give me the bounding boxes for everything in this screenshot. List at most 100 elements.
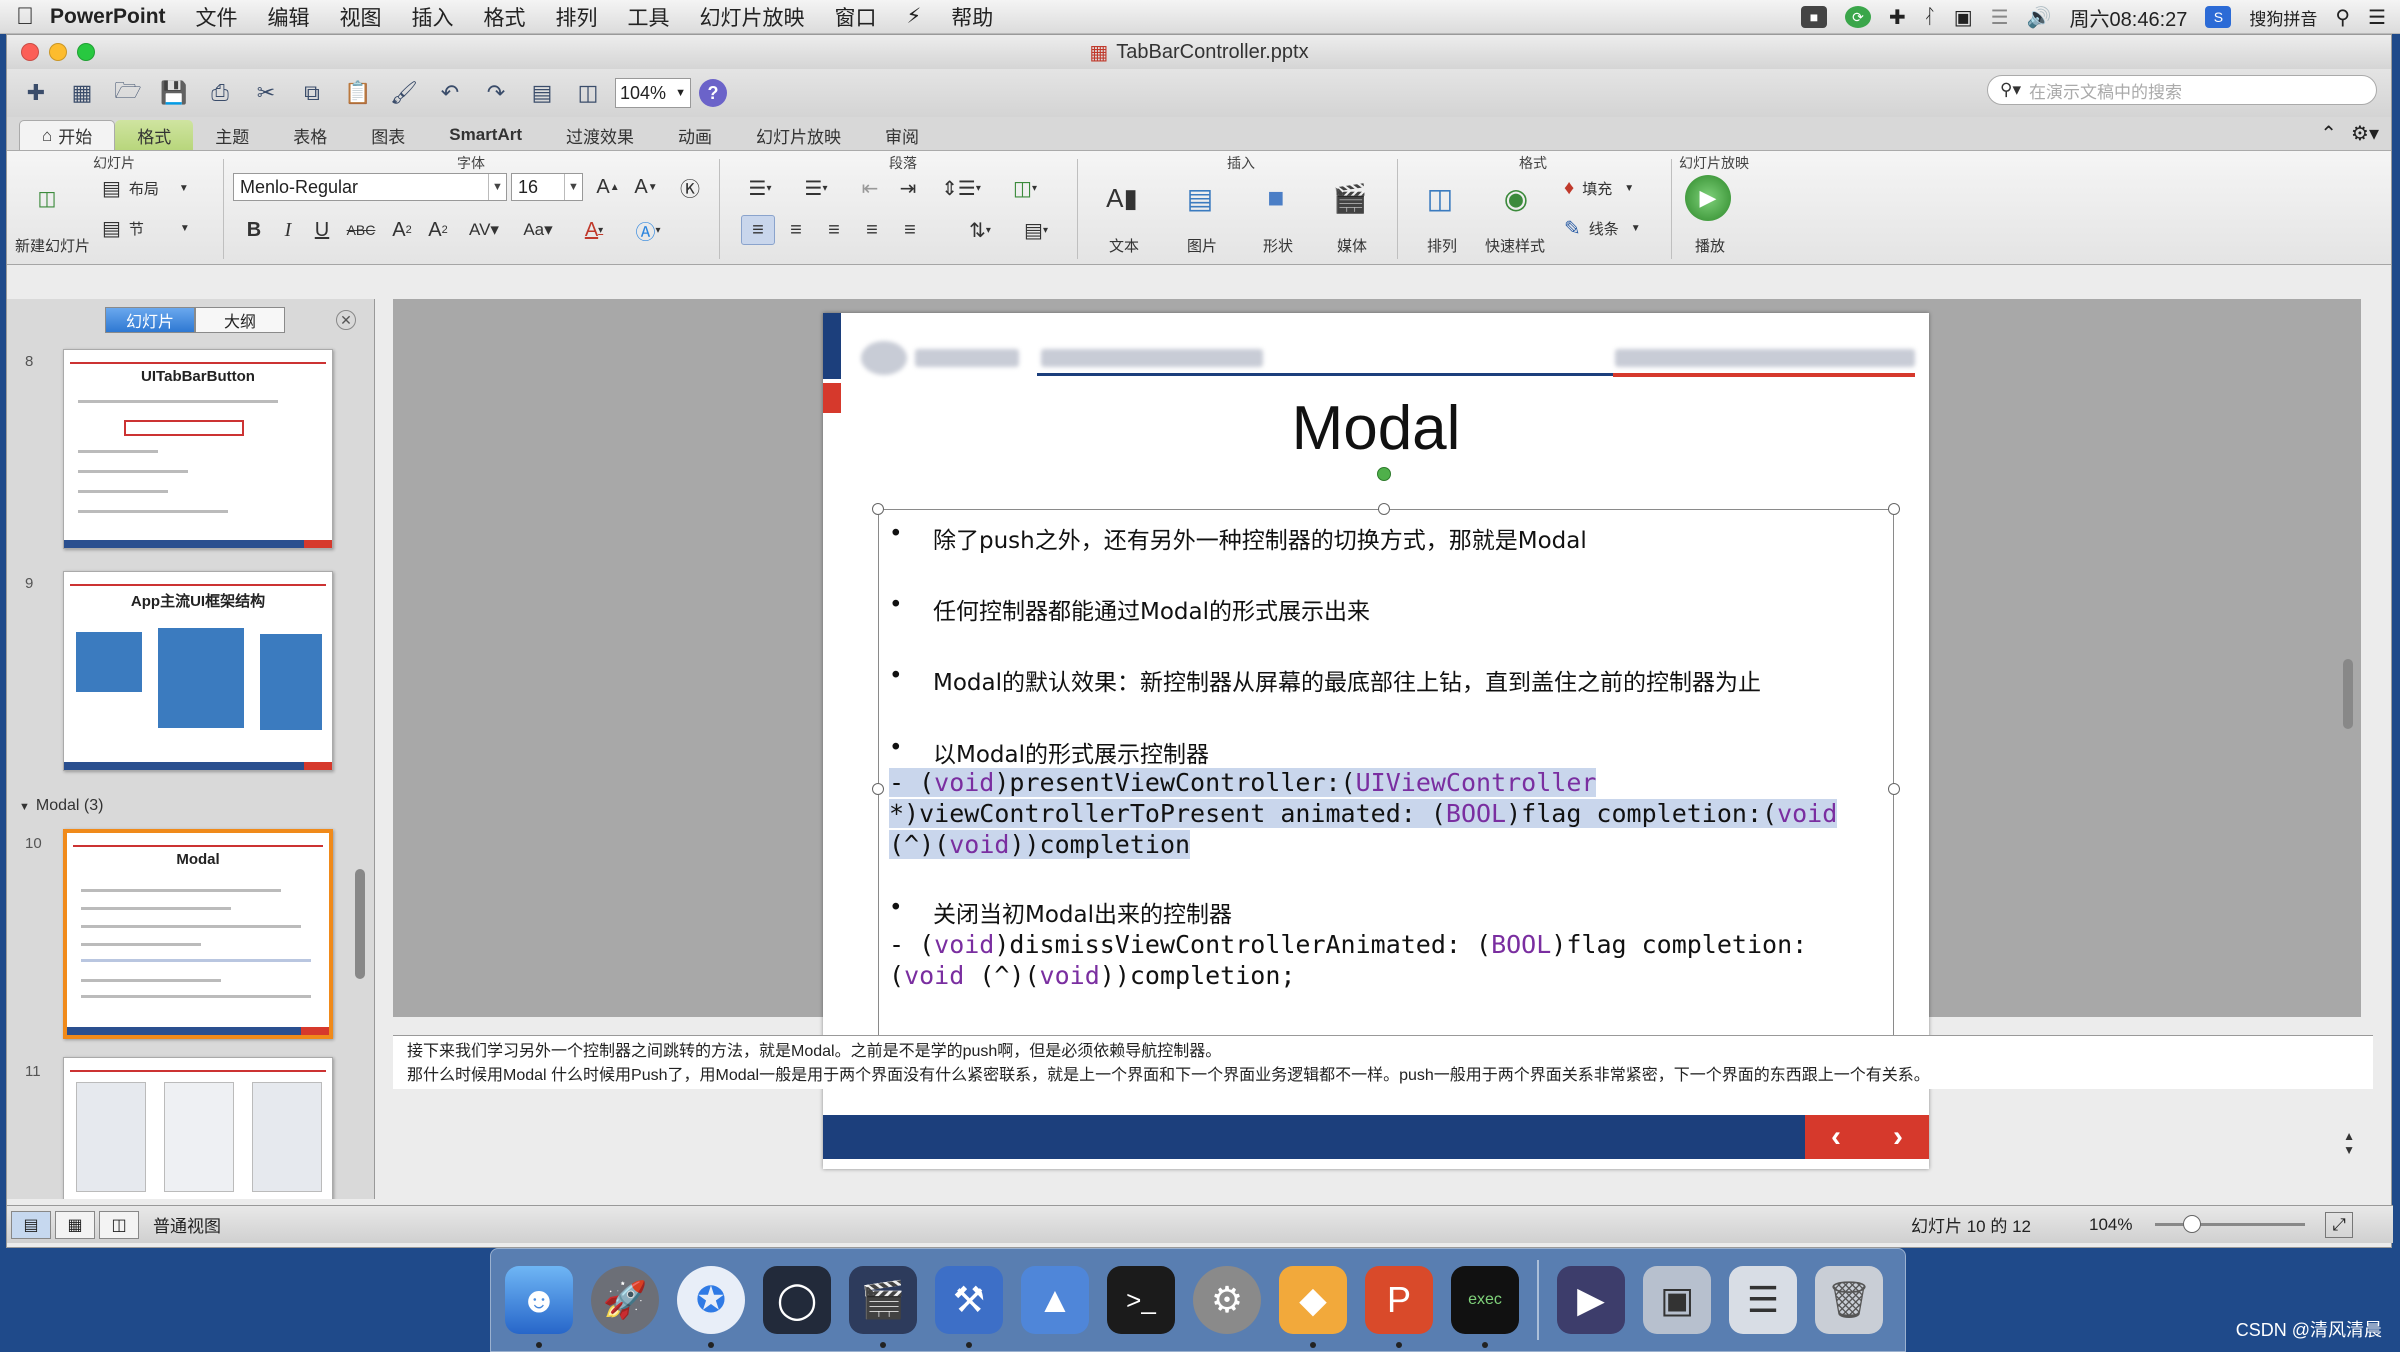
notification-list-icon[interactable]: ☰ (2368, 5, 2386, 30)
tab-slideshow[interactable]: 幻灯片放映 (734, 120, 863, 150)
safari-icon[interactable]: ✪ (677, 1266, 745, 1348)
canvas-scrollbar[interactable] (2341, 319, 2355, 959)
zoom-window-button[interactable] (77, 43, 95, 61)
quick-styles-label[interactable]: 快速样式 (1485, 235, 1545, 256)
section-button[interactable]: ▤ 节 ▼ (101, 213, 211, 243)
resize-handle[interactable] (872, 783, 884, 795)
apple-icon[interactable]:  (0, 3, 50, 31)
presenter-icon[interactable]: ◫ (569, 75, 607, 111)
tab-transitions[interactable]: 过渡效果 (544, 120, 656, 150)
search-field[interactable]: ⚲▾ 在演示文稿中的搜索 (1987, 75, 2377, 105)
align-text-icon[interactable]: ▤ ▾ (1011, 215, 1061, 245)
trash-icon[interactable]: 🗑 (1815, 1266, 1883, 1334)
arrange-icon[interactable]: ◫ (1407, 173, 1473, 223)
menu-file[interactable]: 文件 (196, 2, 238, 32)
clear-format-icon[interactable]: Ⓚ (671, 173, 709, 201)
picture-label[interactable]: 图片 (1187, 235, 1217, 256)
slide-thumbnail[interactable]: UITabBarButton (63, 349, 333, 549)
xcode-icon[interactable]: ⚒ (935, 1266, 1003, 1348)
input-method-label[interactable]: 搜狗拼音 (2249, 5, 2317, 30)
align-center-icon[interactable]: ≡ (779, 215, 813, 245)
gear-icon[interactable]: ⚙▾ (2351, 121, 2379, 146)
finder-icon[interactable]: ☻ (505, 1266, 573, 1348)
line-spacing-icon[interactable]: ⇕☰ ▾ (933, 173, 989, 203)
slide-title[interactable]: Modal (823, 393, 1929, 464)
play-label[interactable]: 播放 (1695, 235, 1725, 256)
mouse-icon[interactable]: ◯ (763, 1266, 831, 1334)
quick-styles-icon[interactable]: ◉ (1483, 173, 1549, 223)
shape-label[interactable]: 形状 (1263, 235, 1293, 256)
scroll-thumb[interactable] (2343, 659, 2353, 729)
media-icon[interactable]: 🎬 (1317, 173, 1383, 223)
close-icon[interactable]: ✕ (336, 310, 356, 330)
minimize-window-button[interactable] (49, 43, 67, 61)
underline-icon[interactable]: U (307, 215, 337, 245)
bluetooth-icon[interactable]: ᛮ (1924, 6, 1936, 29)
quicktime-icon[interactable]: ▶ (1557, 1266, 1625, 1334)
menu-window[interactable]: 窗口 (835, 2, 877, 32)
resize-handle[interactable] (1888, 783, 1900, 795)
volume-icon[interactable]: 🔊 (2027, 5, 2052, 30)
subscript-icon[interactable]: A2 (421, 215, 455, 245)
tab-smartart[interactable]: SmartArt (427, 120, 544, 150)
decrease-indent-icon[interactable]: ⇤ (853, 173, 887, 203)
tab-charts[interactable]: 图表 (349, 120, 427, 150)
paste-icon[interactable]: 📋 (339, 75, 377, 111)
section-header[interactable]: ▼ Modal (3) (19, 797, 103, 815)
code-dismiss[interactable]: - (void)dismissViewControllerAnimated: (… (889, 929, 1807, 991)
save-icon[interactable]: 💾 (155, 75, 193, 111)
shape-icon[interactable]: ■ (1243, 173, 1309, 223)
italic-icon[interactable]: I (273, 215, 303, 245)
font-name-select[interactable]: Menlo-Regular ▼ (233, 173, 507, 201)
numbering-icon[interactable]: ☰ ▾ (791, 173, 841, 203)
media-label[interactable]: 媒体 (1337, 235, 1367, 256)
print-icon[interactable]: ⎙ (201, 75, 239, 111)
menu-arrange[interactable]: 排列 (556, 2, 598, 32)
menu-edit[interactable]: 编辑 (268, 2, 310, 32)
grow-font-icon[interactable]: A ▲ (591, 173, 625, 201)
open-icon[interactable]: 🗁 (109, 75, 147, 111)
lock-icon[interactable]: ▣ (1954, 5, 1973, 30)
zoom-slider[interactable] (2155, 1223, 2305, 1226)
video-tool-icon[interactable]: 🎬 (849, 1266, 917, 1348)
fit-to-window-icon[interactable]: ⤢ (2325, 1212, 2353, 1238)
line-button[interactable]: ✎ 线条 ▼ (1563, 213, 1663, 243)
slide-thumbnail[interactable] (63, 1057, 333, 1199)
play-icon[interactable]: ▶ (1685, 175, 1731, 221)
terminal-icon[interactable]: >_ (1107, 1266, 1175, 1334)
textbox-icon[interactable]: A▮ (1089, 173, 1155, 223)
tab-review[interactable]: 审阅 (863, 120, 941, 150)
menu-help[interactable]: 帮助 (951, 2, 993, 32)
menu-insert[interactable]: 插入 (412, 2, 454, 32)
tab-home[interactable]: ⌂ 开始 (19, 120, 116, 150)
clock[interactable]: 周六08:46:27 (2070, 3, 2188, 32)
launchpad-icon[interactable]: 🚀 (591, 1266, 659, 1334)
rotate-handle[interactable] (1377, 467, 1391, 481)
redo-icon[interactable]: ↷ (477, 75, 515, 111)
change-case-icon[interactable]: Aa▾ (513, 215, 563, 245)
sync-icon[interactable]: ⟳ (1845, 6, 1872, 28)
strikethrough-icon[interactable]: ABC (341, 215, 381, 245)
downloads-stack-icon[interactable]: ☰ (1729, 1266, 1797, 1334)
template-icon[interactable]: ▦ (63, 75, 101, 111)
system-preferences-icon[interactable]: ⚙ (1193, 1266, 1261, 1334)
copy-icon[interactable]: ⧉ (293, 75, 331, 111)
tab-outline-view[interactable]: 大纲 (195, 307, 285, 333)
zoom-slider-knob[interactable] (2183, 1215, 2201, 1233)
font-color-icon[interactable]: A ▾ (569, 215, 619, 245)
cut-icon[interactable]: ✂ (247, 75, 285, 111)
bullets-icon[interactable]: ☰ ▾ (735, 173, 785, 203)
screen-record-icon[interactable]: ■ (1801, 6, 1828, 28)
powerpoint-icon[interactable]: P (1365, 1266, 1433, 1348)
slideshow-view-icon[interactable]: ◫ (99, 1210, 139, 1239)
slide-thumbnail-selected[interactable]: Modal (63, 829, 333, 1039)
undo-icon[interactable]: ↶ (431, 75, 469, 111)
superscript-icon[interactable]: A2 (385, 215, 419, 245)
exec-terminal-icon[interactable]: exec (1451, 1266, 1519, 1348)
code-present-selected[interactable]: - (void)presentViewController:(UIViewCon… (889, 767, 1838, 860)
collapse-ribbon-icon[interactable]: ⌃ (2320, 121, 2337, 146)
align-right-icon[interactable]: ≡ (817, 215, 851, 245)
picture-icon[interactable]: ▤ (1167, 173, 1233, 223)
new-icon[interactable]: ✚ (17, 75, 55, 111)
tab-animations[interactable]: 动画 (656, 120, 734, 150)
